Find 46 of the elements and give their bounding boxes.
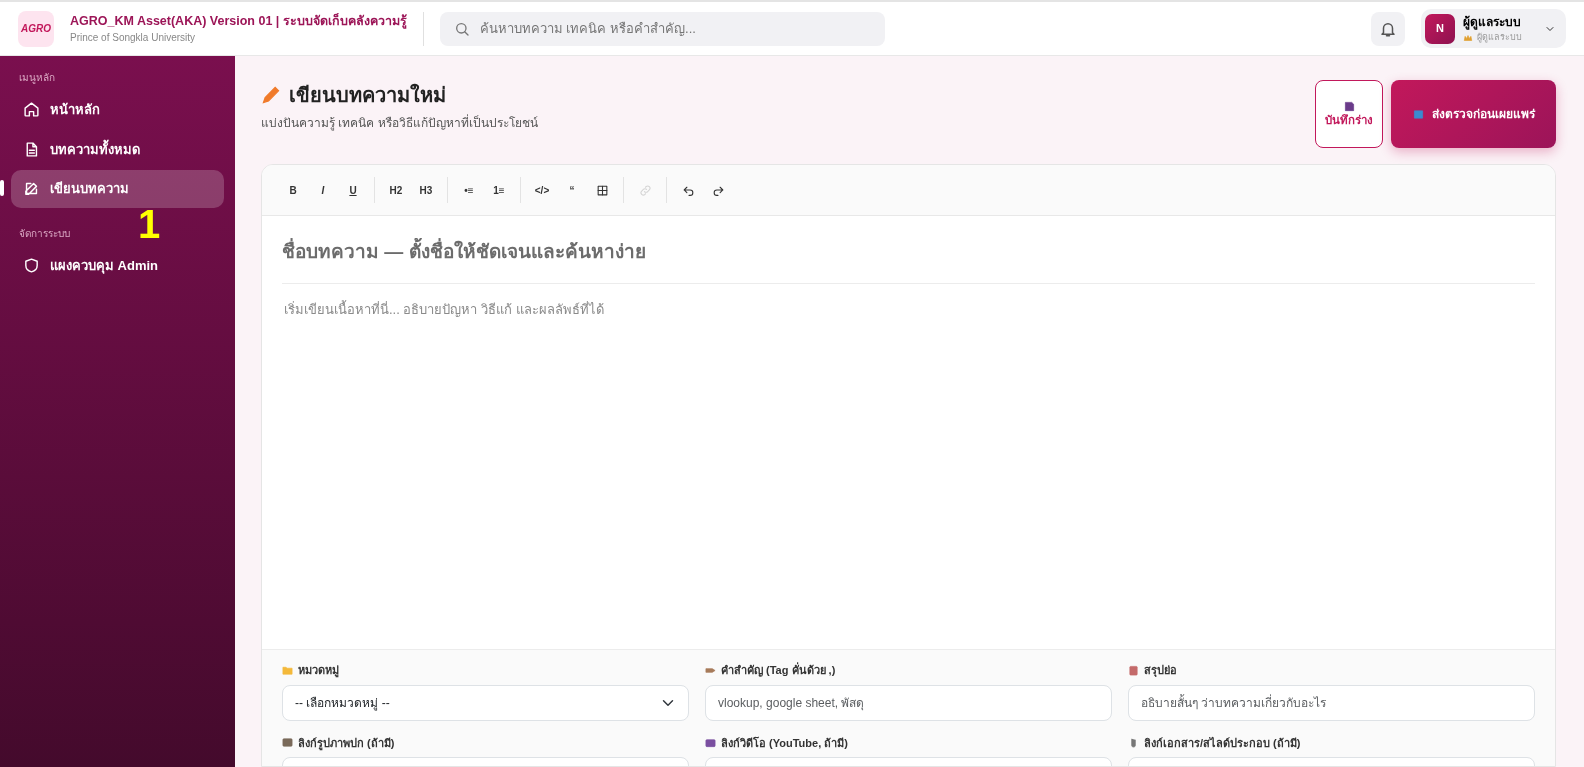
field-label: หมวดหมู่: [298, 663, 339, 679]
page-subtitle: แบ่งปันความรู้ เทคนิค หรือวิธีแก้ปัญหาที่เป็นประโยชน์: [261, 114, 538, 133]
edit-icon: [23, 180, 40, 198]
toolbar-button[interactable]: I: [308, 176, 338, 205]
field-label: สรุปย่อ: [1144, 663, 1177, 679]
table-icon: [595, 183, 609, 197]
save-draft-button[interactable]: บันทึกร่าง: [1315, 80, 1383, 149]
toolbar-button[interactable]: 1≡: [484, 176, 514, 205]
home-icon: [23, 101, 40, 119]
field-label: ลิงก์รูปภาพปก (ถ้ามี): [298, 735, 395, 752]
logo: AGRO: [18, 10, 54, 47]
field-label: ลิงก์วิดีโอ (YouTube, ถ้ามี): [721, 735, 848, 751]
notification-button[interactable]: [1371, 11, 1405, 46]
active-indicator: [0, 180, 4, 197]
toolbar-button[interactable]: H3: [411, 176, 441, 205]
pencil-icon: [261, 85, 281, 106]
title-input[interactable]: ชื่อบทความ — ตั้งชื่อให้ชัดเจนและค้นหาง่าย: [282, 238, 1535, 284]
sidebar-heading: เมนูหลัก: [19, 71, 56, 86]
folder-icon: [282, 664, 293, 676]
user-role: ผู้ดูแลระบบ: [1477, 30, 1522, 45]
shield-icon: [23, 256, 40, 274]
user-name: ผู้ดูแลระบบ: [1463, 13, 1522, 31]
toolbar-button[interactable]: H2: [381, 176, 411, 205]
sidebar-item[interactable]: หน้าหลัก: [11, 91, 224, 129]
toolbar-button[interactable]: B: [278, 176, 308, 205]
app-title: AGRO_KM Asset(AKA) Version 01 | ระบบจัดเก็บคลังความรู้: [70, 12, 407, 31]
toolbar-button[interactable]: “: [557, 176, 587, 205]
field-label: คำสำคัญ (Tag คั่นด้วย ,): [721, 662, 836, 679]
input-field[interactable]: vlookup, google sheet, พัสดุ: [705, 684, 1112, 721]
sidebar-heading: จัดการระบบ: [19, 226, 71, 241]
toolbar-button[interactable]: </>: [527, 176, 557, 205]
crown-icon: [1463, 32, 1473, 43]
avatar: N: [1425, 13, 1455, 44]
link-icon: [638, 183, 652, 197]
toolbar-button[interactable]: U: [338, 176, 368, 205]
category-select[interactable]: -- เลือกหมวดหมู่ --: [282, 684, 689, 721]
submit-review-button[interactable]: ส่งตรวจก่อนเผยแพร่: [1391, 80, 1556, 149]
toolbar-button[interactable]: •≡: [454, 176, 484, 205]
search-icon: [453, 20, 470, 37]
sidebar-item[interactable]: แผงควบคุม Admin: [11, 246, 224, 285]
page-title: เขียนบทความใหม่: [289, 82, 446, 109]
app-subtitle: Prince of Songkla University: [70, 31, 197, 46]
sidebar-item[interactable]: บทความทั้งหมด: [11, 130, 224, 169]
user-menu-button[interactable]: N ผู้ดูแลระบบ ผู้ดูแลระบบ: [1421, 8, 1566, 49]
input-field[interactable]: อธิบายสั้นๆ ว่าบทความเกี่ยวกับอะไร: [1128, 684, 1535, 721]
field-label: ลิงก์เอกสาร/สไลด์ประกอบ (ถ้ามี): [1144, 735, 1301, 751]
